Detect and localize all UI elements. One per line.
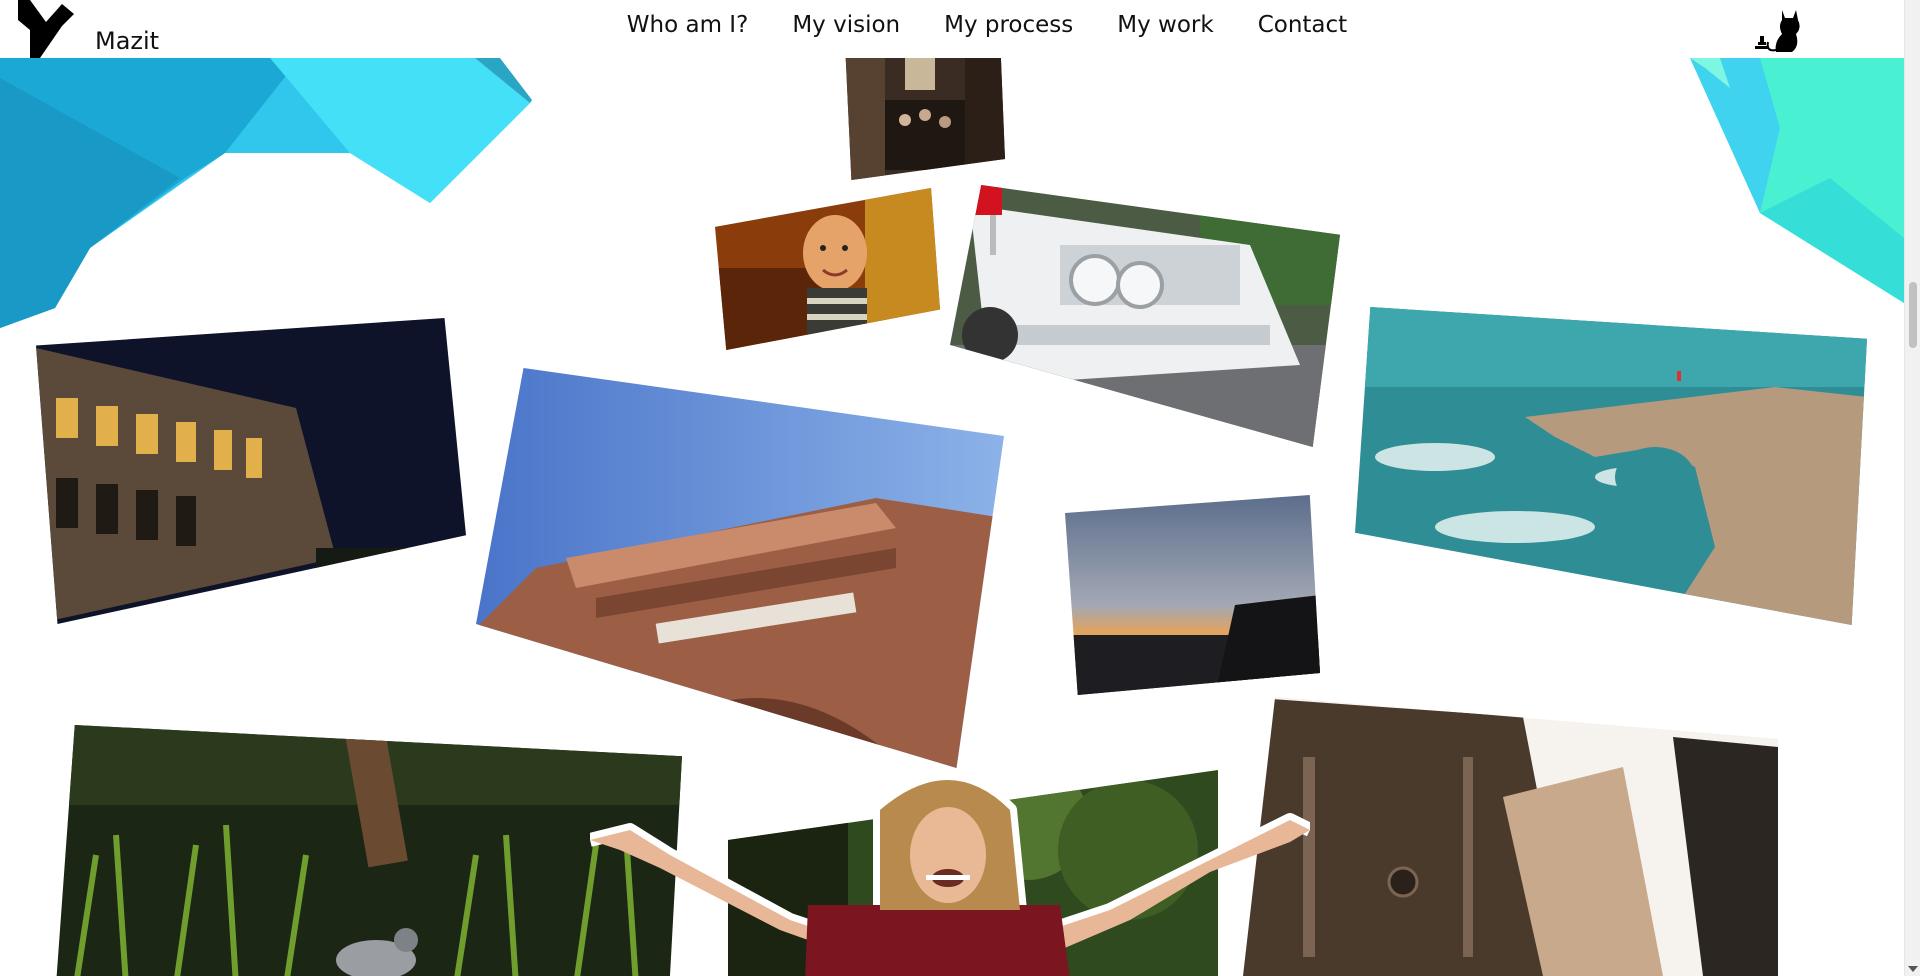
- page: Mazit Who am I? My vision My process My …: [0, 0, 1920, 976]
- person-arms-raised: [590, 780, 1310, 976]
- site-header: Mazit Who am I? My vision My process My …: [0, 0, 1904, 58]
- scroll-down-arrow-icon[interactable]: [1908, 966, 1918, 972]
- photo-gothic-street[interactable]: [1243, 697, 1778, 976]
- photo-pigeon-grass[interactable]: [56, 725, 682, 976]
- nav-item-contact[interactable]: Contact: [1258, 12, 1347, 38]
- photo-street-crowd[interactable]: [845, 40, 1005, 180]
- nav-item-who-am-i[interactable]: Who am I?: [627, 12, 749, 38]
- decorative-shards-right: [1690, 58, 1904, 303]
- decorative-shards-left: [0, 58, 532, 328]
- page-scrollbar[interactable]: [1904, 0, 1920, 976]
- photo-brick-building-facade[interactable]: [476, 368, 1004, 768]
- photo-sunset-sea[interactable]: [1065, 495, 1320, 695]
- scrollbar-thumb[interactable]: [1909, 282, 1917, 348]
- main-nav: Who am I? My vision My process My work C…: [0, 12, 1904, 38]
- nav-item-my-process[interactable]: My process: [944, 12, 1073, 38]
- photo-colosseum-night[interactable]: [36, 318, 466, 624]
- nav-item-my-vision[interactable]: My vision: [792, 12, 900, 38]
- photo-white-vintage-car[interactable]: [950, 185, 1340, 447]
- nav-item-my-work[interactable]: My work: [1117, 12, 1213, 38]
- cat-icon[interactable]: [1752, 6, 1802, 52]
- photo-baby[interactable]: [715, 188, 940, 350]
- photo-sea-arch-rock[interactable]: [1355, 307, 1867, 625]
